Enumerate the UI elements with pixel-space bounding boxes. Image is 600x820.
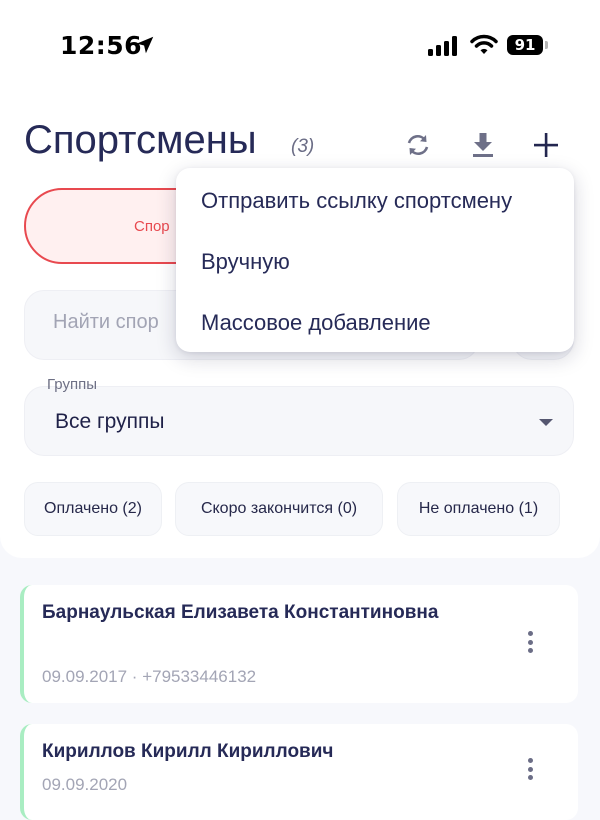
battery-tip bbox=[545, 41, 548, 49]
athlete-card[interactable]: Барнаульская Елизавета Константиновна 09… bbox=[20, 585, 578, 703]
filter-chip-paid[interactable]: Оплачено (2) bbox=[24, 482, 162, 536]
menu-item-send-link[interactable]: Отправить ссылку спортсмену bbox=[201, 188, 512, 214]
more-options-icon[interactable] bbox=[520, 631, 540, 653]
athlete-name: Кириллов Кирилл Кириллович bbox=[42, 741, 334, 762]
download-icon bbox=[473, 133, 493, 157]
status-time: 12:56 bbox=[60, 31, 143, 60]
menu-item-manual[interactable]: Вручную bbox=[201, 249, 290, 275]
athlete-name: Барнаульская Елизавета Константиновна bbox=[42, 602, 439, 623]
status-bar: 12:56 91 bbox=[0, 0, 600, 90]
location-arrow-icon bbox=[136, 36, 154, 54]
filter-chip-unpaid[interactable]: Не оплачено (1) bbox=[397, 482, 560, 536]
battery-icon: 91 bbox=[507, 35, 543, 55]
add-button[interactable] bbox=[526, 125, 566, 165]
athlete-meta: 09.09.2017 · +79533446132 bbox=[42, 667, 257, 686]
add-athlete-menu: Отправить ссылку спортсмену Вручную Масс… bbox=[176, 168, 574, 352]
athlete-count: (3) bbox=[291, 136, 315, 157]
groups-label: Группы bbox=[47, 376, 97, 393]
athlete-meta: 09.09.2020 bbox=[42, 775, 128, 794]
groups-select[interactable]: Все группы bbox=[24, 386, 574, 456]
segment-tab-label: Спор bbox=[134, 218, 170, 235]
signal-icon bbox=[428, 36, 457, 56]
menu-item-bulk-add[interactable]: Массовое добавление bbox=[201, 310, 431, 336]
plus-icon bbox=[534, 133, 558, 157]
athlete-card[interactable]: Кириллов Кирилл Кириллович 09.09.2020 bbox=[20, 724, 578, 820]
refresh-button[interactable] bbox=[398, 125, 438, 165]
chevron-down-icon bbox=[539, 419, 553, 426]
download-button[interactable] bbox=[463, 125, 503, 165]
filter-chip-expiring[interactable]: Скоро закончится (0) bbox=[175, 482, 383, 536]
refresh-icon bbox=[407, 134, 429, 156]
wifi-icon bbox=[470, 34, 498, 54]
groups-selected-value: Все группы bbox=[55, 410, 165, 433]
page-title: Спортсмены bbox=[24, 118, 257, 162]
more-options-icon[interactable] bbox=[520, 758, 540, 780]
